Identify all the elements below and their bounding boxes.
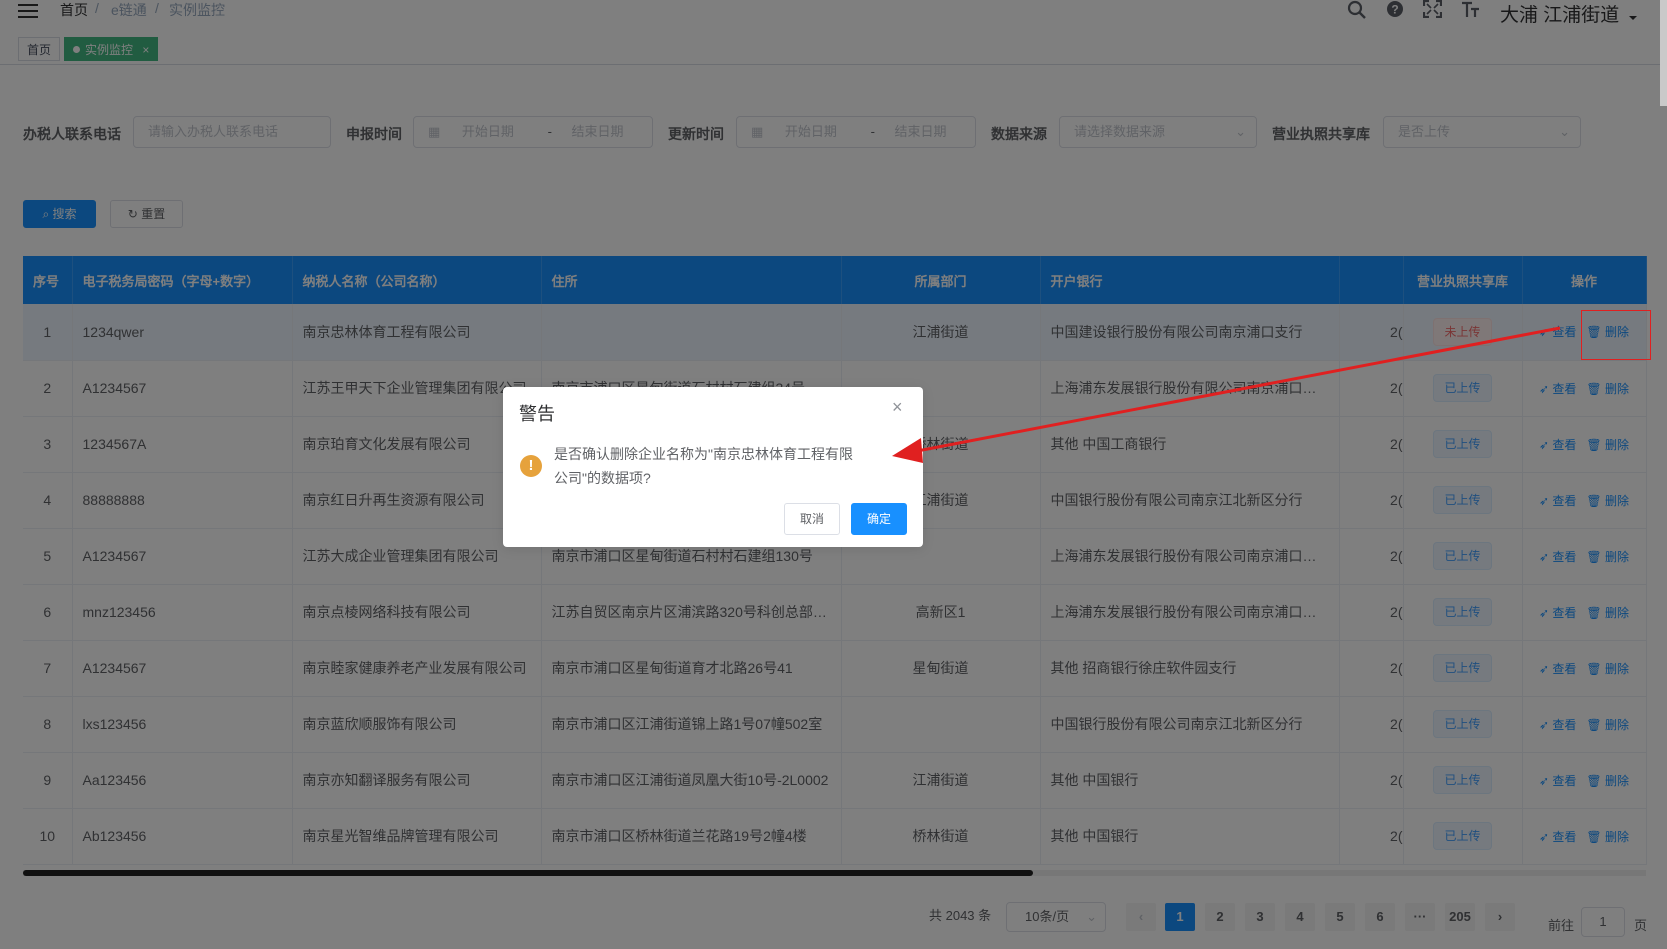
annotation-arrow-icon	[892, 326, 1561, 463]
